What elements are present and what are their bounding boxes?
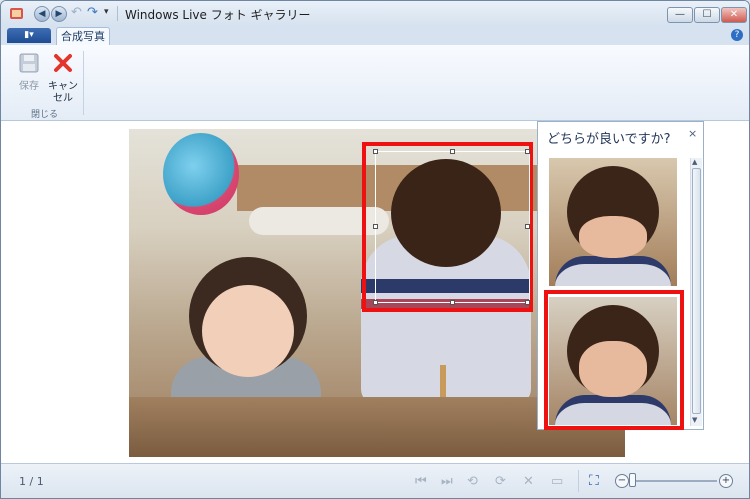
- maximize-button[interactable]: ☐: [694, 7, 720, 23]
- resize-handle[interactable]: [450, 300, 455, 305]
- forward-icon[interactable]: ▶: [51, 6, 67, 22]
- next-photo-icon[interactable]: ⏭: [441, 474, 453, 489]
- thumbnail-shirt: [555, 256, 671, 286]
- scroll-up-icon[interactable]: ▲: [692, 158, 697, 166]
- first-photo-icon[interactable]: ⏮: [415, 474, 427, 489]
- redo-icon[interactable]: ↷: [87, 5, 98, 20]
- delete-icon[interactable]: ✕: [523, 474, 534, 489]
- page-count: 1 / 1: [19, 475, 44, 488]
- help-icon[interactable]: ?: [731, 29, 743, 41]
- app-menu-button[interactable]: ▮▾: [7, 28, 51, 43]
- ribbon-tab-row: ▮▾ 合成写真 ?: [1, 26, 749, 46]
- resize-handle[interactable]: [450, 149, 455, 154]
- close-group-label: 閉じる: [31, 110, 59, 120]
- save-label: 保存: [19, 81, 39, 92]
- title-separator: [117, 6, 118, 21]
- cancel-label: キャン セル: [48, 81, 78, 104]
- ribbon: 保存 キャン セル 閉じる: [1, 45, 749, 121]
- zoom-slider-track[interactable]: [633, 480, 717, 482]
- title-bar: ◀ ▶ ↶ ↷ ▾ Windows Live フォト ギャラリー — ☐ ✕: [1, 1, 749, 26]
- minimize-button[interactable]: —: [667, 7, 693, 23]
- zoom-slider-thumb[interactable]: [629, 473, 636, 487]
- face-crop-box[interactable]: [375, 151, 530, 303]
- zoom-in-button[interactable]: +: [719, 474, 733, 488]
- photo-balloon: [163, 133, 239, 215]
- resize-handle[interactable]: [525, 300, 530, 305]
- window-title: Windows Live フォト ギャラリー: [125, 8, 311, 22]
- scroll-thumb[interactable]: [692, 168, 701, 414]
- customize-quick-access-icon[interactable]: ▾: [104, 7, 109, 17]
- fit-to-window-icon[interactable]: ⛶: [589, 473, 599, 489]
- back-icon[interactable]: ◀: [34, 6, 50, 22]
- resize-handle[interactable]: [525, 224, 530, 229]
- panel-title: どちらが良いですか?: [547, 132, 671, 147]
- selected-thumbnail-highlight: [544, 290, 684, 430]
- resize-handle[interactable]: [373, 300, 378, 305]
- save-button[interactable]: 保存: [11, 51, 47, 93]
- cancel-button[interactable]: キャン セル: [45, 51, 81, 105]
- slideshow-icon[interactable]: ▭: [551, 474, 563, 489]
- status-separator: [578, 470, 579, 492]
- scroll-down-icon[interactable]: ▼: [692, 416, 697, 424]
- cancel-x-icon: [54, 54, 72, 72]
- panel-close-icon[interactable]: ×: [688, 127, 697, 140]
- face-selection-highlight[interactable]: [362, 142, 533, 312]
- zoom-out-button[interactable]: −: [615, 474, 629, 488]
- face-thumbnail[interactable]: [549, 158, 677, 286]
- app-window: ◀ ▶ ↶ ↷ ▾ Windows Live フォト ギャラリー — ☐ ✕ ▮…: [0, 0, 750, 499]
- resize-handle[interactable]: [373, 149, 378, 154]
- group-separator: [83, 51, 84, 115]
- child-left-face: [202, 285, 294, 377]
- photo-gallery-app-icon[interactable]: [9, 6, 24, 21]
- tab-composite-photo[interactable]: 合成写真: [56, 27, 110, 46]
- resize-handle[interactable]: [373, 224, 378, 229]
- rotate-right-icon[interactable]: ⟳: [495, 474, 506, 489]
- undo-icon[interactable]: ↶: [71, 5, 82, 20]
- resize-handle[interactable]: [525, 149, 530, 154]
- floppy-disk-icon: [19, 53, 39, 73]
- thumbnail-face: [579, 216, 647, 258]
- status-bar: 1 / 1 ⏮ ⏭ ⟲ ⟳ ✕ ▭ ⛶ − +: [1, 463, 749, 498]
- close-window-button[interactable]: ✕: [721, 7, 747, 23]
- rotate-left-icon[interactable]: ⟲: [467, 474, 478, 489]
- panel-scrollbar[interactable]: ▲ ▼: [690, 158, 702, 426]
